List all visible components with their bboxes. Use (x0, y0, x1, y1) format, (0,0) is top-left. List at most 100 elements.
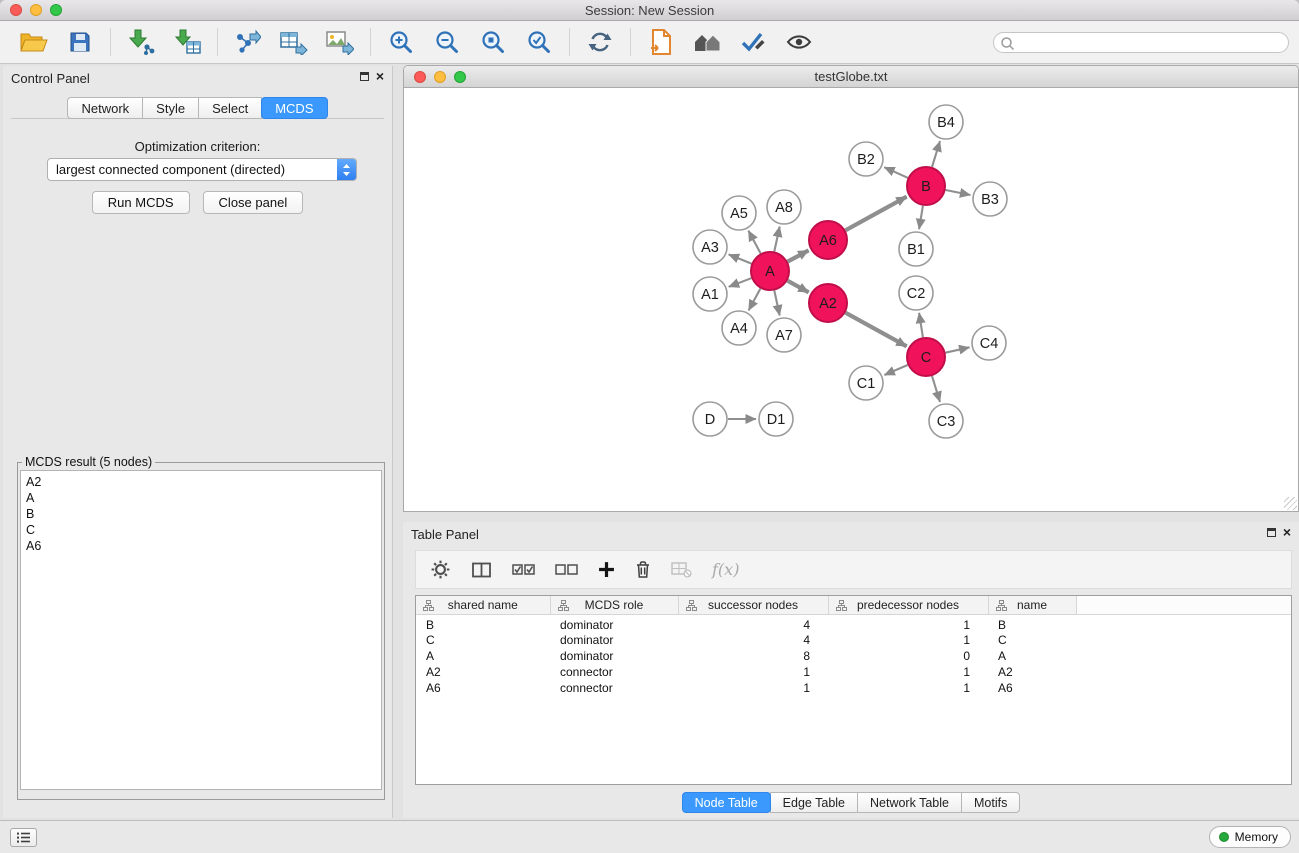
graph-node-D1[interactable]: D1 (759, 402, 793, 436)
graph-node-D[interactable]: D (693, 402, 727, 436)
graph-node-A6[interactable]: A6 (809, 221, 847, 259)
graph-edge-B-B4[interactable] (932, 141, 940, 167)
add-row-plus-icon[interactable] (598, 561, 615, 578)
graph-node-A1[interactable]: A1 (693, 277, 727, 311)
mcds-result-item[interactable]: A (26, 490, 376, 506)
panel-list-button[interactable] (10, 828, 37, 847)
graph-edge-B-B3[interactable] (946, 190, 971, 195)
graph-node-B4[interactable]: B4 (929, 105, 963, 139)
column-header-name[interactable]: name (988, 596, 1076, 614)
graph-edge-A-A7[interactable] (774, 291, 779, 316)
mcds-result-item[interactable]: A6 (26, 538, 376, 554)
graph-edge-A-A3[interactable] (729, 254, 752, 263)
minimize-button[interactable] (30, 4, 42, 16)
graph-edge-A-A6[interactable] (788, 250, 809, 261)
tab-network-table[interactable]: Network Table (857, 792, 962, 813)
houses-icon[interactable] (692, 27, 722, 57)
graph-edge-A-A5[interactable] (748, 231, 760, 254)
select-all-checkboxes-icon[interactable] (512, 562, 535, 577)
table-row[interactable]: A6connector11A6 (416, 680, 1291, 696)
tab-mcds[interactable]: MCDS (261, 97, 327, 119)
refresh-icon[interactable] (585, 27, 615, 57)
graph-node-A5[interactable]: A5 (722, 196, 756, 230)
table-row[interactable]: Adominator80A (416, 648, 1291, 664)
graph-node-C2[interactable]: C2 (899, 276, 933, 310)
close-button[interactable] (10, 4, 22, 16)
table-row[interactable]: A2connector11A2 (416, 664, 1291, 680)
graph-node-C[interactable]: C (907, 338, 945, 376)
mcds-result-item[interactable]: C (26, 522, 376, 538)
run-mcds-button[interactable]: Run MCDS (92, 191, 190, 214)
graph-node-C1[interactable]: C1 (849, 366, 883, 400)
eye-icon[interactable] (784, 27, 814, 57)
table-settings-gear-icon[interactable] (430, 559, 451, 580)
tab-select[interactable]: Select (198, 97, 262, 119)
close-panel-button[interactable]: Close panel (203, 191, 304, 214)
column-header-shared-name[interactable]: shared name (416, 596, 550, 614)
tab-node-table[interactable]: Node Table (682, 792, 771, 813)
window-titlebar[interactable]: Session: New Session (0, 0, 1299, 21)
graph-edge-A2-C[interactable] (846, 313, 907, 347)
graph-node-A3[interactable]: A3 (693, 230, 727, 264)
column-header-successor-nodes[interactable]: successor nodes (678, 596, 828, 614)
graph-node-A7[interactable]: A7 (767, 318, 801, 352)
graph-node-C3[interactable]: C3 (929, 404, 963, 438)
zoom-fit-icon[interactable] (478, 27, 508, 57)
float-table-panel-icon[interactable] (1267, 528, 1276, 537)
graph-node-A2[interactable]: A2 (809, 284, 847, 322)
search-input[interactable] (993, 32, 1289, 53)
graph-node-B[interactable]: B (907, 167, 945, 205)
export-network-icon[interactable] (233, 27, 263, 57)
zoom-selected-icon[interactable] (524, 27, 554, 57)
graph-edge-A6-B[interactable] (846, 197, 907, 231)
criterion-select[interactable]: largest connected component (directed) (47, 158, 357, 181)
tab-style[interactable]: Style (142, 97, 199, 119)
graph-edge-C-C4[interactable] (946, 347, 970, 352)
brush-check-icon[interactable] (738, 27, 768, 57)
network-minimize-button[interactable] (434, 71, 446, 83)
graph-node-A4[interactable]: A4 (722, 311, 756, 345)
graph-edge-A-A8[interactable] (774, 227, 779, 252)
export-table-icon[interactable] (279, 27, 309, 57)
table-row[interactable]: Cdominator41C (416, 632, 1291, 648)
network-window-titlebar[interactable]: testGlobe.txt (404, 66, 1298, 88)
float-panel-icon[interactable] (360, 72, 369, 81)
graph-edge-B-B2[interactable] (884, 167, 908, 178)
graph-edge-A-A4[interactable] (749, 289, 761, 311)
graph-edge-A-A1[interactable] (729, 278, 752, 287)
show-column-icon[interactable] (471, 561, 492, 579)
save-icon[interactable] (65, 27, 95, 57)
zoom-button[interactable] (50, 4, 62, 16)
tab-motifs[interactable]: Motifs (961, 792, 1020, 813)
deselect-all-checkboxes-icon[interactable] (555, 562, 578, 577)
close-panel-icon[interactable]: × (376, 70, 384, 82)
graph-node-C4[interactable]: C4 (972, 326, 1006, 360)
memory-button[interactable]: Memory (1209, 826, 1291, 848)
open-folder-icon[interactable] (19, 27, 49, 57)
close-table-panel-icon[interactable]: × (1283, 526, 1291, 538)
graph-node-B3[interactable]: B3 (973, 182, 1007, 216)
function-builder-fx-button[interactable]: f(x) (712, 560, 739, 579)
import-table-icon[interactable] (172, 27, 202, 57)
graph-node-A[interactable]: A (751, 252, 789, 290)
export-image-icon[interactable] (325, 27, 355, 57)
column-header-predecessor-nodes[interactable]: predecessor nodes (828, 596, 988, 614)
network-close-button[interactable] (414, 71, 426, 83)
graph-edge-C-C2[interactable] (919, 313, 923, 337)
graph-edge-C-C1[interactable] (884, 365, 907, 375)
import-network-icon[interactable] (126, 27, 156, 57)
mcds-result-item[interactable]: B (26, 506, 376, 522)
graph-node-B2[interactable]: B2 (849, 142, 883, 176)
graph-node-A8[interactable]: A8 (767, 190, 801, 224)
graph-node-B1[interactable]: B1 (899, 232, 933, 266)
mcds-result-item[interactable]: A2 (26, 474, 376, 490)
tab-edge-table[interactable]: Edge Table (770, 792, 858, 813)
column-header-mcds-role[interactable]: MCDS role (550, 596, 678, 614)
tab-network[interactable]: Network (67, 97, 143, 119)
network-canvas[interactable]: B4 B2 B B3 A5 A8A6 B1 A3 A C2 A1 A2 A4 A7 C4 C C1 C3 D D1 (404, 88, 1298, 511)
graph-edge-A-A2[interactable] (788, 281, 809, 293)
graph-edge-C-C3[interactable] (932, 376, 940, 402)
zoom-out-icon[interactable] (432, 27, 462, 57)
graph-edge-B-B1[interactable] (919, 206, 923, 229)
table-row[interactable]: Bdominator41B (416, 614, 1291, 632)
